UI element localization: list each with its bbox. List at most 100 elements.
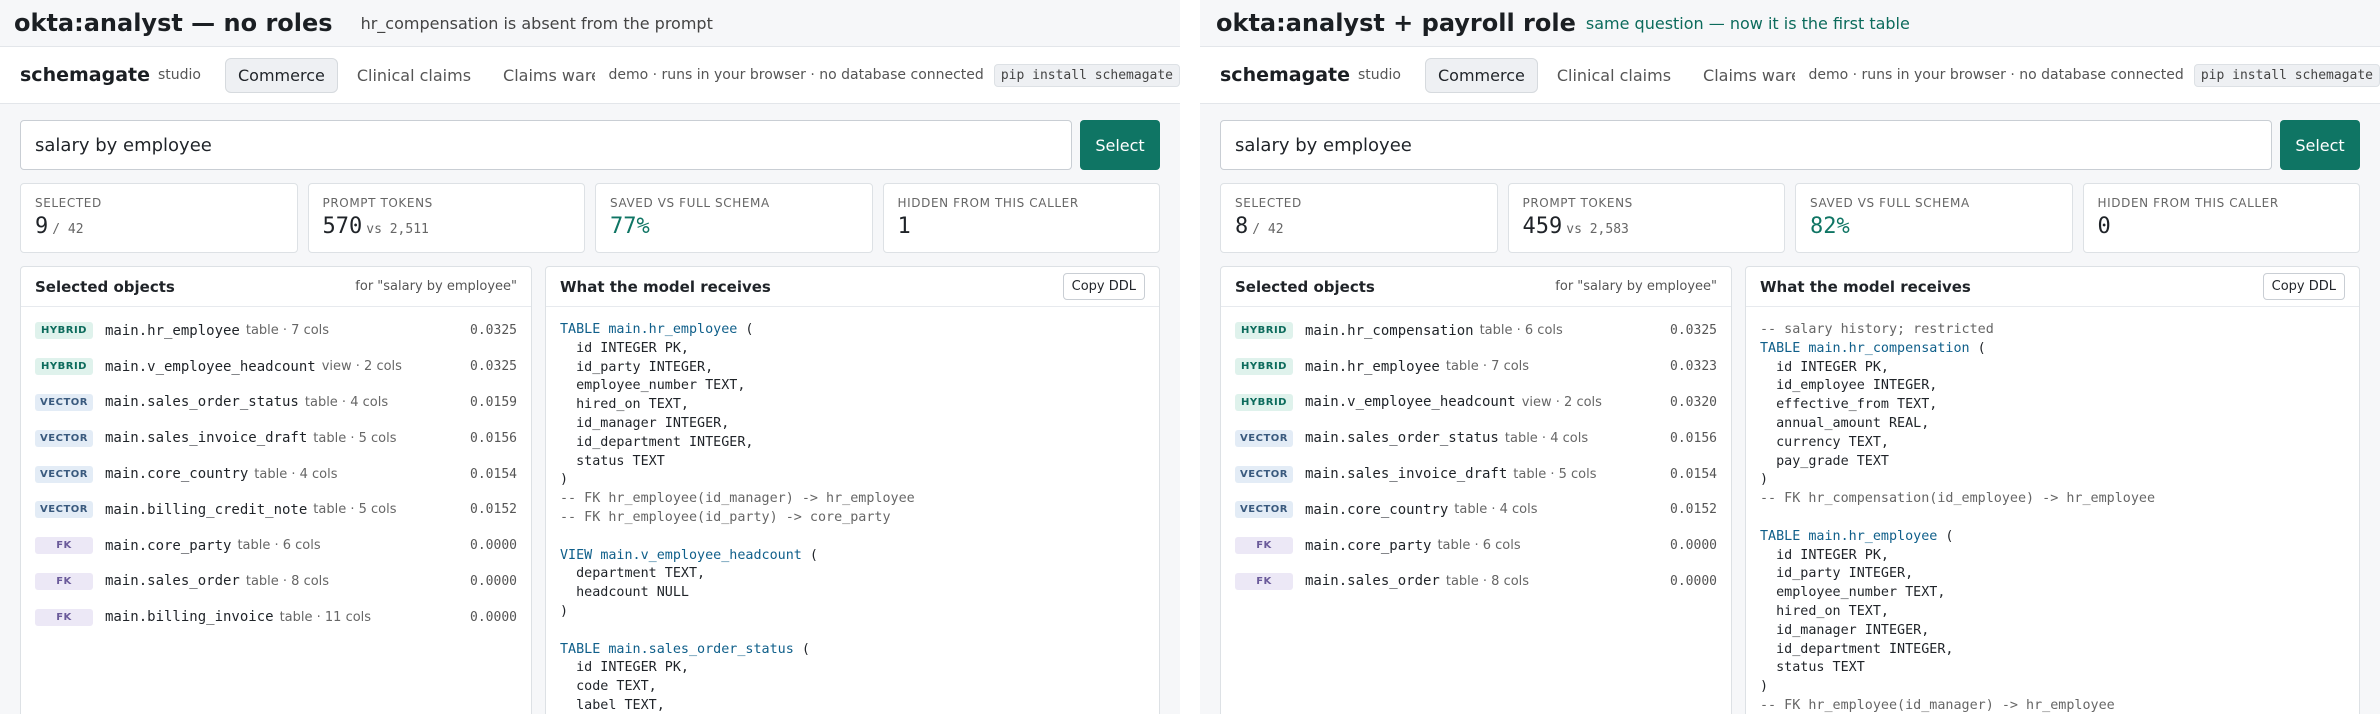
object-meta: table · 6 cols	[237, 538, 321, 554]
match-type-badge: VECTOR	[35, 429, 93, 447]
ddl-object-name: main.hr_employee	[608, 322, 738, 337]
object-meta: table · 4 cols	[304, 394, 389, 410]
tab-clinical-claims[interactable]: Clinical claims	[344, 58, 484, 93]
brand-logo: schemagate	[1220, 64, 1350, 86]
tab-claims-warehouse[interactable]: Claims warehouse (st	[1690, 58, 1796, 93]
object-meta: table · 8 cols	[245, 573, 330, 589]
stat-selected: SELECTED 9/ 42	[20, 183, 298, 253]
object-score: 0.0325	[470, 359, 517, 375]
panel-title: Selected objects	[35, 277, 175, 296]
demo-note: demo · runs in your browser · no databas…	[1808, 67, 2184, 83]
ddl-line	[1760, 509, 2345, 528]
match-type-badge: FK	[35, 572, 93, 590]
match-type-badge: VECTOR	[35, 501, 93, 519]
prompt-token-count: 570	[322, 214, 363, 239]
object-row[interactable]: HYBRID main.hr_compensation table · 6 cols…	[1221, 313, 1731, 349]
object-row[interactable]: FK main.core_party table · 6 cols 0.0000	[1221, 528, 1731, 564]
object-row[interactable]: VECTOR main.core_country table · 4 cols 0.0…	[21, 456, 531, 492]
object-row[interactable]: FK main.sales_order table · 8 cols 0.0000	[21, 564, 531, 600]
select-button[interactable]: Select	[1080, 120, 1160, 170]
object-row[interactable]: FK main.core_party table · 6 cols 0.0000	[21, 528, 531, 564]
object-row[interactable]: HYBRID main.v_employee_headcount view · 2 …	[21, 349, 531, 385]
match-type-badge: HYBRID	[35, 358, 93, 376]
demo-note: demo · runs in your browser · no databas…	[608, 67, 984, 83]
ddl-line: label TEXT,	[560, 697, 665, 713]
ddl-punct: (	[801, 547, 818, 563]
object-row[interactable]: FK main.billing_invoice table · 11 cols 0.0…	[21, 599, 531, 635]
selected-objects-panel: Selected objects for "salary by employee…	[1220, 266, 1732, 714]
stat-value: 8/ 42	[1235, 214, 1485, 239]
tab-clinical-claims[interactable]: Clinical claims	[1544, 58, 1684, 93]
hidden-count: 0	[2097, 214, 2111, 239]
object-score: 0.0000	[1670, 538, 1717, 554]
ddl-object-name: main.hr_employee	[1808, 528, 1938, 544]
stat-label: SAVED VS FULL SCHEMA	[610, 196, 770, 210]
ddl-object-name: main.v_employee_headcount	[600, 547, 802, 563]
ddl-line: status TEXT	[560, 453, 665, 469]
stat-saved: SAVED VS FULL SCHEMA 77%	[595, 183, 873, 253]
select-button[interactable]: Select	[2280, 120, 2360, 170]
ddl-line: TABLE main.hr_employee (	[1760, 528, 2345, 547]
object-row[interactable]: HYBRID main.v_employee_headcount view · 2 …	[1221, 385, 1731, 421]
ddl-keyword: VIEW	[560, 547, 593, 563]
object-name: main.core_country	[1305, 501, 1449, 518]
ddl-line: TABLE main.sales_order_status (	[560, 641, 1145, 660]
object-row[interactable]: VECTOR main.sales_invoice_draft table · 5 …	[21, 420, 531, 456]
ddl-line: -- FK hr_compensation(id_employee) -> hr…	[1760, 491, 2156, 507]
caption-subtitle: hr_compensation is absent from the promp…	[360, 13, 713, 33]
stat-hidden: HIDDEN FROM THIS CALLER 0	[2082, 183, 2360, 253]
question-input[interactable]	[1220, 120, 2272, 170]
object-score: 0.0159	[470, 394, 517, 410]
ddl-object-name: main.hr_compensation	[1808, 340, 1970, 356]
tab-commerce[interactable]: Commerce	[1425, 57, 1538, 93]
model-input-panel: What the model receives Copy DDL -- sala…	[1745, 266, 2360, 714]
object-row[interactable]: VECTOR main.sales_order_status table · 4 c…	[1221, 420, 1731, 456]
ddl-punct: (	[793, 641, 810, 657]
ddl-line: id_manager INTEGER,	[560, 415, 730, 431]
object-meta: table · 11 cols	[279, 609, 372, 625]
object-meta: view · 2 cols	[1521, 394, 1602, 410]
copy-ddl-button[interactable]: Copy DDL	[2262, 273, 2345, 300]
selected-total: / 42	[52, 222, 84, 237]
object-row[interactable]: HYBRID main.hr_employee table · 7 cols 0.03…	[1221, 349, 1731, 385]
object-row[interactable]: VECTOR main.core_country table · 4 cols 0.0…	[1221, 492, 1731, 528]
object-row[interactable]: FK main.sales_order table · 8 cols 0.0000	[1221, 564, 1731, 600]
object-meta: table · 6 cols	[1479, 323, 1563, 339]
stat-value: 9/ 42	[35, 214, 285, 239]
question-input[interactable]	[20, 120, 1072, 170]
ddl-line: -- FK hr_employee(id_manager) -> hr_empl…	[1760, 697, 2115, 713]
stat-label: PROMPT TOKENS	[1522, 196, 1633, 210]
pane-no-roles: okta:analyst — no roles hr_compensation …	[0, 0, 1180, 714]
object-name: main.sales_order	[1305, 573, 1440, 590]
object-score: 0.0000	[470, 573, 517, 589]
ddl-object-name: main.sales_order_status	[608, 641, 794, 657]
copy-ddl-button[interactable]: Copy DDL	[1062, 273, 1145, 300]
selected-count: 8	[1235, 214, 1249, 239]
tab-commerce[interactable]: Commerce	[225, 57, 338, 93]
object-meta: table · 4 cols	[1504, 430, 1589, 446]
stat-label: PROMPT TOKENS	[322, 196, 433, 210]
panel-title: What the model receives	[1760, 277, 1971, 296]
object-meta: table · 4 cols	[254, 466, 338, 482]
object-row[interactable]: VECTOR main.billing_credit_note table · 5 …	[21, 492, 531, 528]
saved-percent: 77%	[610, 214, 650, 239]
object-list: HYBRID main.hr_compensation table · 6 cols…	[1221, 307, 1731, 599]
object-name: main.sales_invoice_draft	[1305, 466, 1508, 483]
object-name: main.sales_order_status	[105, 394, 299, 411]
object-name: main.billing_credit_note	[105, 501, 308, 518]
object-score: 0.0325	[1670, 323, 1717, 339]
stat-value: 570 vs 2,511	[323, 214, 573, 239]
stat-label: SELECTED	[1235, 196, 1302, 210]
object-row[interactable]: HYBRID main.hr_employee table · 7 cols 0.03…	[21, 313, 531, 349]
prompt-token-count: 459	[1522, 214, 1563, 239]
object-row[interactable]: VECTOR main.sales_order_status table · 4 c…	[21, 385, 531, 421]
object-name: main.billing_invoice	[105, 609, 274, 626]
object-name: main.v_employee_headcount	[1305, 394, 1516, 411]
object-row[interactable]: VECTOR main.sales_invoice_draft table · 5 …	[1221, 456, 1731, 492]
pip-install-snippet: pip install schemagate	[2193, 63, 2380, 87]
tab-claims-warehouse[interactable]: Claims warehouse (st	[490, 58, 596, 93]
object-score: 0.0323	[1670, 359, 1717, 375]
object-list: HYBRID main.hr_employee table · 7 cols 0.03…	[21, 307, 531, 635]
ddl-line: id_department INTEGER,	[1760, 641, 1954, 657]
model-input-panel: What the model receives Copy DDL TABLE m…	[545, 266, 1160, 714]
